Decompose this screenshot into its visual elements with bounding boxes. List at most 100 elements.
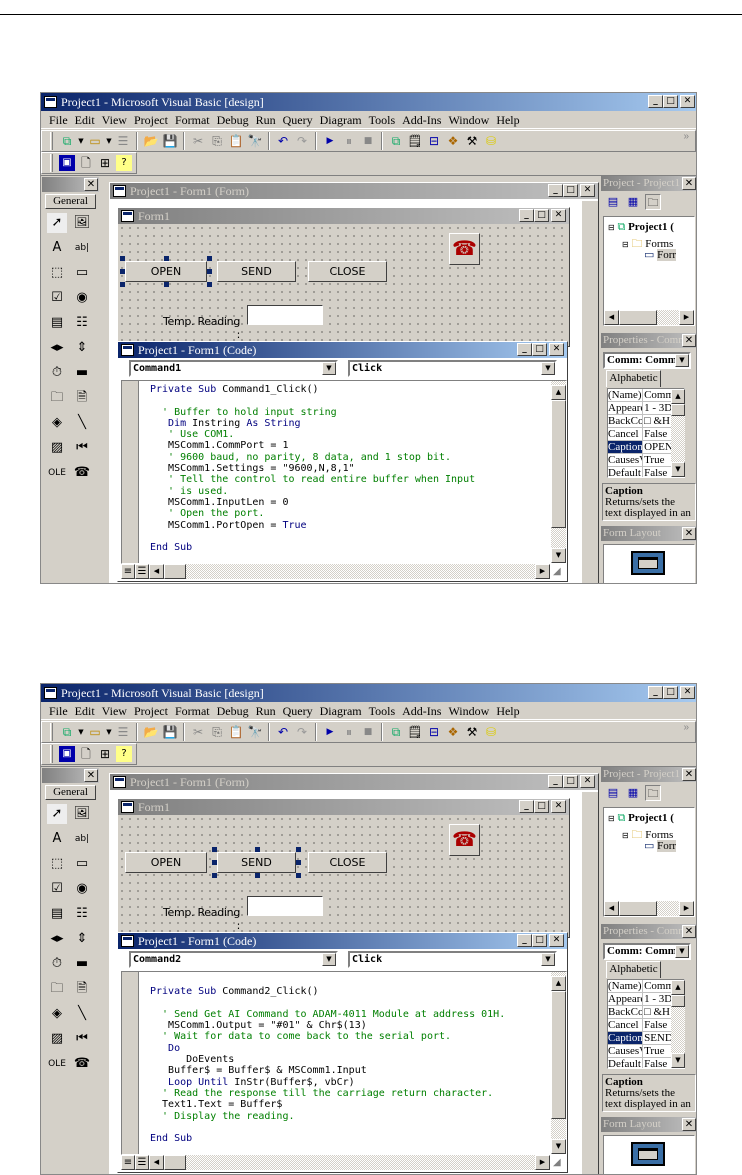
send-button[interactable]: SEND	[217, 852, 296, 873]
form-layout-close-button[interactable]: ✕	[682, 1118, 696, 1131]
selection-handle[interactable]	[120, 256, 125, 261]
maximize-button[interactable]: □	[663, 95, 678, 108]
resize-grip-icon[interactable]: ◢	[553, 1157, 561, 1168]
toggle-folders-icon[interactable]: 🗀	[645, 785, 661, 801]
image-icon[interactable]: ▨	[47, 1029, 67, 1049]
dropdown-arrow-icon[interactable]: ▼	[78, 133, 84, 149]
scroll-up-arrow-icon[interactable]: ▲	[671, 980, 685, 995]
scroll-left-arrow-icon[interactable]: ◀	[149, 1155, 164, 1170]
project-explorer-close-button[interactable]: ✕	[682, 177, 696, 190]
end-icon[interactable]: ■	[360, 133, 376, 149]
hscroll-thumb[interactable]	[164, 564, 186, 579]
view-object-icon[interactable]: ▦	[625, 194, 641, 210]
menu-editor-icon[interactable]: ☰	[115, 724, 131, 740]
line-icon[interactable]: ╲	[72, 1004, 92, 1024]
project-explorer-icon[interactable]: ⧉	[388, 724, 404, 740]
object-combo[interactable]: Command1 ▼	[129, 360, 338, 377]
hscroll-thumb[interactable]	[164, 1155, 186, 1170]
close-form-button[interactable]: CLOSE	[308, 261, 387, 282]
menu-debug[interactable]: Debug	[215, 702, 254, 719]
menu-project[interactable]: Project	[132, 702, 173, 719]
start-icon[interactable]: ▶	[322, 133, 338, 149]
scroll-thumb[interactable]	[551, 400, 566, 528]
menu-tools[interactable]: Tools	[367, 111, 401, 128]
code-text[interactable]: Private Sub Command1_Click() ' Buffer to…	[150, 384, 550, 562]
label-icon[interactable]: A	[47, 829, 67, 849]
drivelistbox-icon[interactable]: ▬	[72, 954, 92, 974]
close-button[interactable]: ✕	[549, 343, 564, 356]
break-icon[interactable]: ⏸	[341, 724, 357, 740]
textbox-icon[interactable]: ab|	[72, 829, 92, 849]
selection-handle[interactable]	[212, 873, 217, 878]
scroll-thumb[interactable]	[671, 995, 685, 1007]
scroll-left-arrow-icon[interactable]: ◀	[604, 310, 619, 325]
pointer-icon[interactable]: ➚	[47, 804, 67, 824]
add-project-icon[interactable]: ⧉	[59, 724, 75, 740]
project-explorer-close-button[interactable]: ✕	[682, 768, 696, 781]
shape-icon[interactable]: ◈	[47, 413, 67, 433]
object-browser-icon[interactable]: ❖	[445, 724, 461, 740]
hscroll-thumb[interactable]	[619, 310, 657, 325]
menu-run[interactable]: Run	[254, 111, 281, 128]
vscrollbar-icon[interactable]: ⇕	[72, 338, 92, 358]
mscomm-control-icon[interactable]: ☎	[449, 824, 480, 856]
dropdown-arrow-icon[interactable]: ▼	[541, 953, 555, 966]
undo-icon[interactable]: ↶	[275, 724, 291, 740]
send-button[interactable]: SEND	[217, 261, 296, 282]
close-button[interactable]: ✕	[580, 775, 595, 788]
scroll-thumb[interactable]	[671, 404, 685, 416]
optionbutton-icon[interactable]: ◉	[72, 879, 92, 899]
form1-position-icon[interactable]	[638, 557, 658, 569]
frame-icon[interactable]: ⬚	[47, 854, 67, 874]
selection-handle[interactable]	[212, 860, 217, 865]
dropdown-arrow-icon[interactable]: ▼	[675, 354, 689, 367]
toolbar-overflow-icon[interactable]: »	[683, 722, 689, 733]
tree-node-form1[interactable]: ▭ Forr	[644, 248, 677, 261]
scroll-left-arrow-icon[interactable]: ◀	[604, 901, 619, 916]
maximize-button[interactable]: □	[534, 800, 549, 813]
combobox-icon[interactable]: ▤	[47, 904, 67, 924]
selection-handle[interactable]	[296, 860, 301, 865]
close-button[interactable]: ✕	[549, 934, 564, 947]
selection-handle[interactable]	[212, 847, 217, 852]
ole-icon[interactable]: OLE	[47, 1054, 67, 1074]
view-code-icon[interactable]: ▤	[605, 194, 621, 210]
maximize-button[interactable]: □	[534, 209, 549, 222]
menu-help[interactable]: Help	[494, 111, 524, 128]
open-icon[interactable]: 📂	[143, 724, 159, 740]
menu-file[interactable]: File	[47, 702, 73, 719]
checkbox-icon[interactable]: ☑	[47, 879, 67, 899]
minimize-button[interactable]: _	[517, 343, 532, 356]
properties-vscrollbar[interactable]: ▲ ▼	[671, 389, 685, 477]
add-form-icon[interactable]: ▭	[87, 724, 103, 740]
code-vscrollbar[interactable]: ▲ ▼	[551, 381, 566, 563]
hscroll-thumb[interactable]	[619, 901, 657, 916]
mscomm-icon[interactable]: ☎	[72, 463, 92, 483]
selection-handle[interactable]	[120, 269, 125, 274]
hscrollbar-icon[interactable]: ◂▸	[47, 929, 67, 949]
menu-help[interactable]: Help	[494, 702, 524, 719]
maximize-button[interactable]: □	[663, 686, 678, 699]
tree-hscrollbar[interactable]: ◀ ▶	[604, 901, 694, 916]
selection-handle[interactable]	[207, 269, 212, 274]
menu-edit[interactable]: Edit	[73, 702, 100, 719]
form-designer-vscrollbar[interactable]	[582, 792, 598, 1174]
selection-handle[interactable]	[164, 256, 169, 261]
pointer-icon[interactable]: ➚	[47, 213, 67, 233]
selection-handle[interactable]	[254, 873, 260, 878]
properties-window-icon[interactable]: 🗒	[407, 133, 423, 149]
bring-to-front-icon[interactable]: ▣	[59, 155, 75, 171]
open-button[interactable]: OPEN	[125, 852, 207, 873]
menu-file[interactable]: File	[47, 111, 73, 128]
open-icon[interactable]: 📂	[143, 133, 159, 149]
picturebox-icon[interactable]: 🖼	[72, 804, 92, 824]
toolbox-tab-general[interactable]: General	[45, 785, 96, 800]
close-button[interactable]: ✕	[580, 184, 595, 197]
mscomm-icon[interactable]: ☎	[72, 1054, 92, 1074]
new-document-icon[interactable]: 🗋	[78, 746, 94, 762]
toolbar-grip[interactable]	[50, 154, 53, 172]
code-margin-indicator[interactable]	[122, 381, 139, 563]
minimize-button[interactable]: _	[517, 934, 532, 947]
ole-icon[interactable]: OLE	[47, 463, 67, 483]
selection-handle[interactable]	[254, 847, 260, 852]
